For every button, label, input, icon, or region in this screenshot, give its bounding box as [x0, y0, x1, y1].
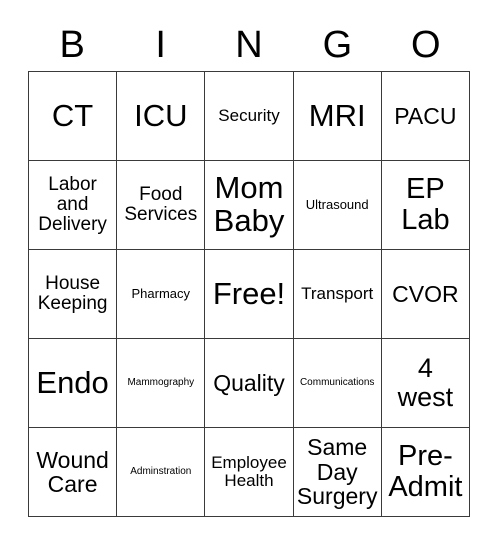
bingo-cell-label: Same Day Surgery — [296, 434, 378, 510]
bingo-cell-label: Employee Health — [211, 452, 287, 490]
bingo-cell-label: CVOR — [392, 280, 459, 307]
header-letter-o: O — [411, 23, 441, 66]
bingo-cell[interactable]: Quality — [205, 339, 294, 428]
bingo-cell-label: Mom Baby — [213, 170, 285, 238]
bingo-cell-label: Adminstration — [130, 465, 192, 477]
bingo-cell[interactable]: PACU — [381, 72, 470, 161]
bingo-cell[interactable]: Endo — [29, 339, 118, 428]
bingo-cell[interactable]: Same Day Surgery — [293, 428, 382, 517]
bingo-cell-label: CT — [51, 97, 94, 133]
bingo-cell[interactable]: Mammography — [117, 339, 206, 428]
bingo-cell-label: EP Lab — [401, 173, 450, 236]
bingo-cell-label: House Keeping — [37, 272, 108, 314]
bingo-cell-label: Endo — [36, 364, 109, 400]
header-letter-n: N — [235, 23, 263, 66]
bingo-cell[interactable]: MRI — [293, 72, 382, 161]
bingo-cell-label: Pharmacy — [131, 286, 191, 302]
header-letter-i: I — [155, 23, 166, 66]
bingo-cell-label: PACU — [394, 102, 457, 129]
bingo-cell[interactable]: Adminstration — [117, 428, 206, 517]
bingo-cell[interactable]: Mom Baby — [205, 161, 294, 250]
bingo-cell-label: ICU — [134, 97, 188, 133]
bingo-cell[interactable]: 4 west — [381, 339, 470, 428]
bingo-cell[interactable]: Transport — [293, 250, 382, 339]
bingo-cell[interactable]: Wound Care — [29, 428, 118, 517]
bingo-cell-label: 4 west — [397, 353, 454, 412]
bingo-cell[interactable]: Employee Health — [205, 428, 294, 517]
header-letter-g: G — [322, 23, 353, 66]
bingo-grid: CT ICU Security MRI PACU Labor and Delivery Fo… — [28, 71, 470, 517]
bingo-cell-label: Food Services — [124, 183, 198, 225]
header-letter-b: B — [59, 23, 85, 66]
bingo-cell[interactable]: Ultrasound — [293, 161, 382, 250]
bingo-cell[interactable]: Free! — [205, 250, 294, 339]
bingo-card: B I N G O CT ICU Security MRI PACU Labor and … — [0, 0, 500, 544]
bingo-cell-label: Free! — [212, 275, 286, 311]
bingo-cell-label: Communications — [299, 376, 375, 388]
bingo-cell[interactable]: House Keeping — [29, 250, 118, 339]
bingo-cell[interactable]: EP Lab — [381, 161, 470, 250]
bingo-cell-label: Pre- Admit — [388, 440, 463, 503]
bingo-cell[interactable]: Pre- Admit — [381, 428, 470, 517]
bingo-cell[interactable]: Food Services — [117, 161, 206, 250]
bingo-cell[interactable]: Security — [205, 72, 294, 161]
bingo-cell-label: Transport — [301, 283, 374, 303]
bingo-cell[interactable]: Communications — [293, 339, 382, 428]
bingo-header-row: B I N G O — [28, 18, 470, 71]
bingo-cell[interactable]: CVOR — [381, 250, 470, 339]
bingo-cell-label: MRI — [308, 97, 366, 133]
bingo-cell-label: Security — [218, 105, 280, 125]
bingo-cell-label: Wound Care — [36, 446, 109, 497]
bingo-cell[interactable]: Labor and Delivery — [29, 161, 118, 250]
bingo-cell-label: Quality — [213, 369, 285, 396]
bingo-cell[interactable]: CT — [29, 72, 118, 161]
bingo-cell-label: Mammography — [127, 376, 195, 388]
bingo-cell-label: Labor and Delivery — [38, 173, 107, 236]
bingo-cell-label: Ultrasound — [305, 197, 369, 213]
bingo-cell[interactable]: ICU — [117, 72, 206, 161]
bingo-cell[interactable]: Pharmacy — [117, 250, 206, 339]
